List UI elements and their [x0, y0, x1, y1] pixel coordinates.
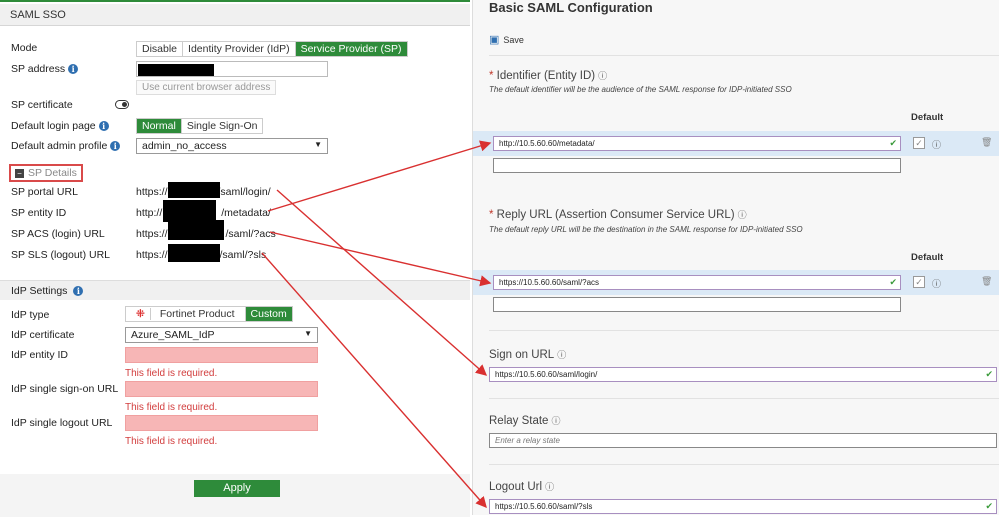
check-icon: ✔: [889, 138, 897, 148]
default-checkbox[interactable]: ✓: [913, 137, 925, 149]
logout-url-input[interactable]: https://10.5.60.60/saml/?sls ✔: [489, 499, 997, 514]
default-admin-select[interactable]: admin_no_access ▼: [136, 138, 328, 154]
idp-entity-id-label: IdP entity ID: [11, 349, 69, 361]
use-current-address-button[interactable]: Use current browser address: [136, 80, 277, 95]
relay-state-label: Relay State ⓘ: [489, 415, 561, 427]
identifier-input[interactable]: http://10.5.60.60/metadata/✔: [493, 136, 901, 151]
required-error: This field is required.: [125, 368, 218, 379]
azure-saml-panel: Basic SAML Configuration ▣ Save * Identif…: [472, 0, 999, 515]
save-button[interactable]: ▣ Save: [489, 33, 524, 46]
idp-custom-option[interactable]: Custom: [245, 307, 292, 321]
idp-fortinet-option[interactable]: ⁜ Fortinet Product: [126, 307, 246, 321]
sp-portal-url-label: SP portal URL: [11, 186, 78, 198]
default-login-label: Default login page i: [11, 120, 109, 132]
delete-icon[interactable]: 🗑: [981, 137, 992, 148]
identifier-new-input[interactable]: [493, 158, 901, 173]
idp-settings-heading: IdP Settings i: [11, 285, 84, 297]
chevron-down-icon: ▼: [314, 140, 322, 149]
info-icon: ⓘ: [932, 140, 942, 150]
delete-icon[interactable]: 🗑: [981, 276, 992, 287]
info-icon: ⓘ: [932, 279, 942, 289]
sp-certificate-toggle[interactable]: [115, 100, 129, 109]
reply-url-new-input[interactable]: [493, 297, 901, 312]
default-checkbox[interactable]: ✓: [913, 276, 925, 288]
info-icon: ⓘ: [545, 482, 555, 492]
redaction-bar: [168, 220, 224, 240]
relay-state-input[interactable]: Enter a relay state: [489, 433, 997, 448]
reply-url-input[interactable]: https://10.5.60.60/saml/?acs ✔: [493, 275, 901, 290]
mode-idp-option[interactable]: Identity Provider (IdP): [183, 42, 296, 56]
logout-url-label: Logout Url ⓘ: [489, 481, 555, 493]
idp-certificate-label: IdP certificate: [11, 329, 75, 341]
check-icon: ✔: [889, 277, 897, 287]
sp-certificate-label: SP certificate: [11, 99, 73, 111]
idp-slo-url-input[interactable]: [125, 415, 318, 431]
info-icon: ⓘ: [598, 71, 608, 81]
mode-sp-option[interactable]: Service Provider (SP): [295, 42, 407, 56]
mode-segmented-control: Disable Identity Provider (IdP) Service …: [136, 41, 408, 57]
info-icon: i: [73, 286, 84, 297]
identifier-hint: The default identifier will be the audie…: [489, 85, 792, 94]
sp-address-label: SP address i: [11, 63, 79, 75]
panel-header: SAML SSO: [0, 4, 470, 26]
required-error: This field is required.: [125, 436, 218, 447]
check-icon: ✔: [985, 369, 993, 379]
mode-label: Mode: [11, 42, 38, 54]
login-normal-option[interactable]: Normal: [137, 119, 182, 133]
collapse-icon: −: [15, 169, 24, 178]
sp-details-toggle[interactable]: − SP Details: [9, 164, 83, 182]
login-sso-option[interactable]: Single Sign-On: [181, 119, 263, 133]
sign-on-url-label: Sign on URL ⓘ: [489, 349, 567, 361]
default-admin-label: Default admin profile i: [11, 140, 121, 152]
info-icon: i: [110, 141, 121, 152]
idp-type-label: IdP type: [11, 309, 50, 321]
redaction-bar: [138, 64, 214, 76]
mode-disable-option[interactable]: Disable: [137, 42, 184, 56]
redaction-bar: [168, 182, 220, 198]
idp-slo-url-label: IdP single logout URL: [11, 417, 113, 429]
info-icon: ⓘ: [557, 350, 567, 360]
login-page-segmented-control: Normal Single Sign-On: [136, 118, 264, 134]
fortigate-saml-panel: SAML SSO Mode Disable Identity Provider …: [0, 0, 470, 517]
info-icon: i: [98, 121, 109, 132]
redaction-bar: [163, 200, 216, 222]
info-icon: ⓘ: [551, 416, 561, 426]
redaction-bar: [168, 244, 220, 262]
sp-acs-url-label: SP ACS (login) URL: [11, 228, 105, 240]
reply-url-hint: The default reply URL will be the destin…: [489, 225, 803, 234]
save-icon: ▣: [489, 34, 500, 46]
sp-entity-id-label: SP entity ID: [11, 207, 67, 219]
page-title: Basic SAML Configuration: [489, 0, 653, 15]
idp-sso-url-input[interactable]: [125, 381, 318, 397]
chevron-down-icon: ▼: [304, 329, 312, 338]
idp-entity-id-input[interactable]: [125, 347, 318, 363]
check-icon: ✔: [985, 501, 993, 511]
required-error: This field is required.: [125, 402, 218, 413]
info-icon: ⓘ: [737, 210, 747, 220]
sp-sls-url-label: SP SLS (logout) URL: [11, 249, 111, 261]
sign-on-url-input[interactable]: https://10.5.60.60/saml/login/✔: [489, 367, 997, 382]
info-icon: i: [68, 64, 79, 75]
idp-sso-url-label: IdP single sign-on URL: [11, 383, 119, 395]
reply-url-label: * Reply URL (Assertion Consumer Service …: [489, 209, 747, 221]
fortinet-logo-icon: ⁜: [131, 308, 151, 320]
identifier-label: * Identifier (Entity ID) ⓘ: [489, 70, 608, 82]
default-column-header: Default: [911, 252, 944, 263]
default-column-header: Default: [911, 112, 944, 123]
idp-type-segmented-control: ⁜ Fortinet Product Custom: [125, 306, 293, 322]
idp-certificate-select[interactable]: Azure_SAML_IdP ▼: [125, 327, 318, 343]
apply-button[interactable]: Apply: [194, 480, 280, 497]
